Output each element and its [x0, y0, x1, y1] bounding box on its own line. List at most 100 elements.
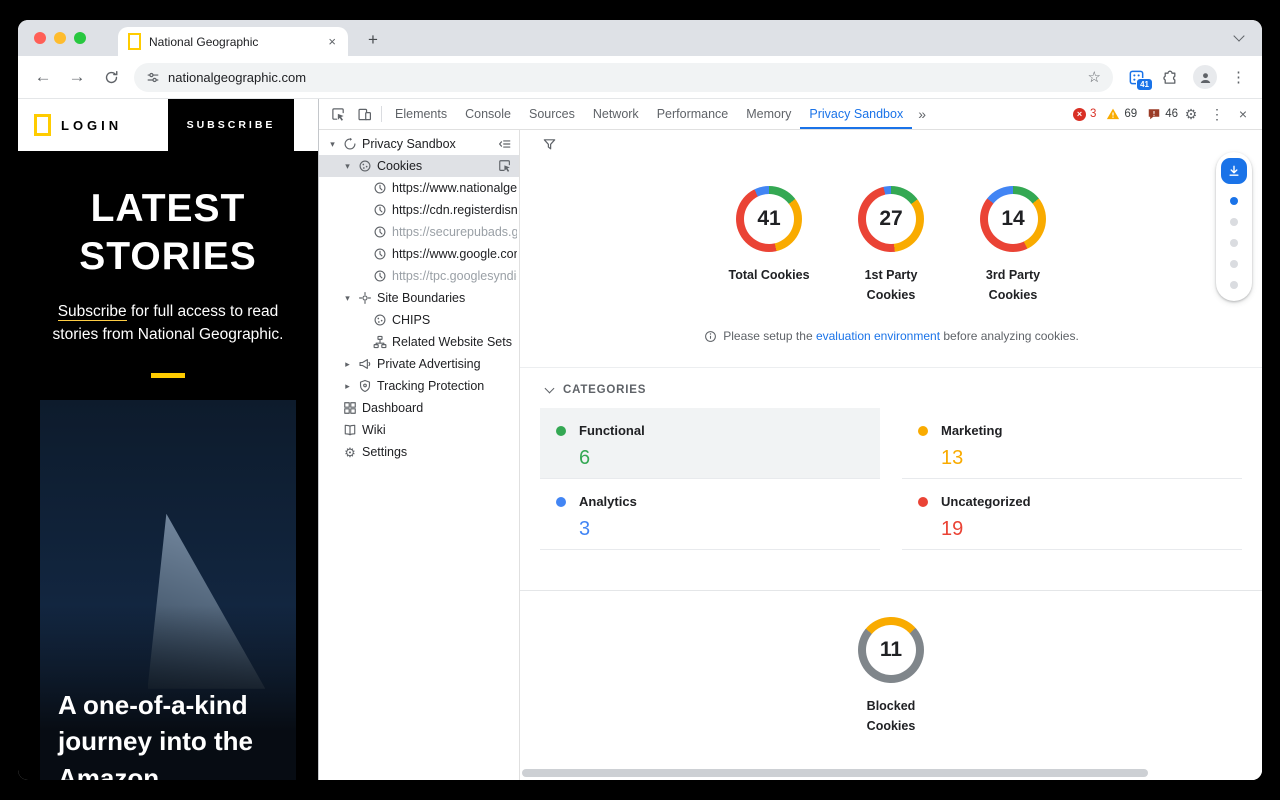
- category-count: 13: [941, 447, 1232, 470]
- category-marketing[interactable]: Marketing13: [902, 408, 1242, 479]
- evaluation-environment-link[interactable]: evaluation environment: [816, 329, 940, 343]
- window-controls: [34, 32, 86, 44]
- tree-item-label: Related Website Sets: [392, 335, 512, 349]
- devtools-menu-icon[interactable]: ⋮: [1204, 101, 1230, 127]
- devtools-close-icon[interactable]: ×: [1230, 101, 1256, 127]
- category-uncategorized[interactable]: Uncategorized19: [902, 479, 1242, 550]
- category-dot-icon: [918, 497, 928, 507]
- console-warnings-badge[interactable]: 69: [1106, 107, 1137, 121]
- collapse-panel-icon[interactable]: [498, 137, 512, 151]
- back-button[interactable]: ←: [32, 67, 54, 87]
- expander-open-icon[interactable]: ▾: [327, 139, 338, 150]
- tree-item-site-boundaries[interactable]: ▾Site Boundaries: [319, 287, 519, 309]
- settings-icon: ⚙: [343, 445, 357, 459]
- donut-total-cookies: 41Total Cookies: [719, 186, 819, 305]
- tree-item-https-tpc-googlesyndic[interactable]: https://tpc.googlesyndic: [319, 265, 519, 287]
- minimize-window-button[interactable]: [54, 32, 66, 44]
- devtools-tab-privacy-sandbox[interactable]: Privacy Sandbox: [800, 99, 912, 129]
- donut-label: 3rd Party Cookies: [972, 265, 1054, 305]
- horizontal-scrollbar[interactable]: [522, 769, 1148, 777]
- devtools-tab-console[interactable]: Console: [456, 99, 520, 129]
- device-toolbar-icon[interactable]: [351, 101, 377, 127]
- tree-item-tracking-protection[interactable]: ▸Tracking Protection: [319, 375, 519, 397]
- devtools-settings-icon[interactable]: ⚙: [1178, 101, 1204, 127]
- address-bar[interactable]: nationalgeographic.com ☆: [134, 63, 1113, 92]
- natgeo-logo[interactable]: [34, 114, 51, 136]
- devtools-tab-performance[interactable]: Performance: [648, 99, 738, 129]
- site-settings-icon[interactable]: [146, 70, 160, 84]
- tree-item-label: Dashboard: [362, 401, 423, 415]
- hero-image[interactable]: A one-of-a-kind journey into the Amazon: [40, 400, 296, 780]
- tree-item-settings[interactable]: ⚙ Settings: [319, 441, 519, 463]
- devtools-tab-network[interactable]: Network: [584, 99, 648, 129]
- tree-item-https-www-nationalgeo[interactable]: https://www.nationalgeo: [319, 177, 519, 199]
- tree-item-label: https://www.nationalgeo: [392, 181, 517, 195]
- info-suffix: before analyzing cookies.: [940, 329, 1079, 343]
- profile-avatar[interactable]: [1193, 65, 1217, 89]
- maximize-window-button[interactable]: [74, 32, 86, 44]
- tree-item-label: Privacy Sandbox: [362, 137, 456, 151]
- tree-item-chips[interactable]: CHIPS: [319, 309, 519, 331]
- section-dot[interactable]: [1230, 239, 1238, 247]
- tab-search-chevron-icon[interactable]: [1230, 28, 1248, 46]
- clock-icon: [373, 181, 387, 195]
- section-dot-active[interactable]: [1230, 197, 1238, 205]
- bookmark-star-icon[interactable]: ☆: [1088, 68, 1101, 86]
- devtools-badges: × 3 69 46: [1063, 107, 1178, 121]
- tree-item-https-cdn-registerdisne[interactable]: https://cdn.registerdisne: [319, 199, 519, 221]
- download-report-button[interactable]: [1221, 158, 1247, 184]
- category-functional[interactable]: Functional6: [540, 408, 880, 479]
- filter-funnel-icon[interactable]: [542, 137, 557, 157]
- tree-item-label: Settings: [362, 445, 407, 459]
- subscribe-button[interactable]: SUBSCRIBE: [168, 99, 294, 151]
- devtools-tab-memory[interactable]: Memory: [737, 99, 800, 129]
- extensions-puzzle-icon[interactable]: [1159, 69, 1181, 85]
- reload-button[interactable]: [100, 70, 122, 85]
- expander-closed-icon[interactable]: ▸: [342, 381, 353, 392]
- toolbar-separator: [381, 106, 382, 122]
- issues-count: 46: [1165, 108, 1178, 120]
- subscribe-inline-link[interactable]: Subscribe: [58, 303, 127, 321]
- section-dot[interactable]: [1230, 281, 1238, 289]
- login-link[interactable]: LOGIN: [61, 118, 122, 133]
- tab-close-icon[interactable]: ×: [324, 34, 340, 49]
- section-divider-2: [520, 590, 1262, 591]
- category-analytics[interactable]: Analytics3: [540, 479, 880, 550]
- browser-window: National Geographic × + ← → nationalgeog…: [18, 20, 1262, 780]
- tree-item-cookies[interactable]: ▾Cookies: [319, 155, 519, 177]
- new-tab-button[interactable]: +: [362, 30, 384, 50]
- privacy-sandbox-extension-icon[interactable]: 41: [1125, 66, 1147, 88]
- tree-item-wiki[interactable]: Wiki: [319, 419, 519, 441]
- tree-item-label: https://cdn.registerdisne: [392, 203, 517, 217]
- tree-item-privacy-sandbox[interactable]: ▾ Privacy Sandbox: [319, 133, 519, 155]
- section-dot[interactable]: [1230, 218, 1238, 226]
- inspect-icon[interactable]: [498, 159, 512, 173]
- rws-icon: [373, 335, 387, 349]
- tree-item-dashboard[interactable]: Dashboard: [319, 397, 519, 419]
- expander-open-icon[interactable]: ▾: [342, 293, 353, 304]
- inspect-element-icon[interactable]: [325, 101, 351, 127]
- categories-header[interactable]: CATEGORIES: [546, 384, 1262, 396]
- close-window-button[interactable]: [34, 32, 46, 44]
- tree-item-private-advertising[interactable]: ▸ Private Advertising: [319, 353, 519, 375]
- expander-closed-icon[interactable]: ▸: [342, 359, 353, 370]
- devtools-tab-elements[interactable]: Elements: [386, 99, 456, 129]
- cookie-donuts-row: 41Total Cookies271st Party Cookies143rd …: [520, 186, 1262, 305]
- expander-open-icon[interactable]: ▾: [342, 161, 353, 172]
- donut-ring: 11: [858, 617, 924, 683]
- tree-item-label: Private Advertising: [377, 357, 481, 371]
- tree-item-related-website-sets[interactable]: Related Website Sets: [319, 331, 519, 353]
- more-tabs-icon[interactable]: »: [912, 106, 932, 122]
- tree-item-https-securepubads-g[interactable]: https://securepubads.g.: [319, 221, 519, 243]
- tree-item-https-www-google-com[interactable]: https://www.google.com: [319, 243, 519, 265]
- browser-tab[interactable]: National Geographic ×: [118, 27, 348, 56]
- devtools-tab-sources[interactable]: Sources: [520, 99, 584, 129]
- natgeo-header: LOGIN SUBSCRIBE: [18, 99, 318, 151]
- browser-menu-icon[interactable]: ⋮: [1229, 68, 1248, 86]
- yellow-divider: [151, 373, 185, 378]
- console-errors-badge[interactable]: × 3: [1073, 108, 1096, 121]
- forward-button[interactable]: →: [66, 67, 88, 87]
- section-dot[interactable]: [1230, 260, 1238, 268]
- issues-badge[interactable]: 46: [1147, 107, 1178, 121]
- blocked-cookies-section: 11Blocked Cookies: [520, 617, 1262, 736]
